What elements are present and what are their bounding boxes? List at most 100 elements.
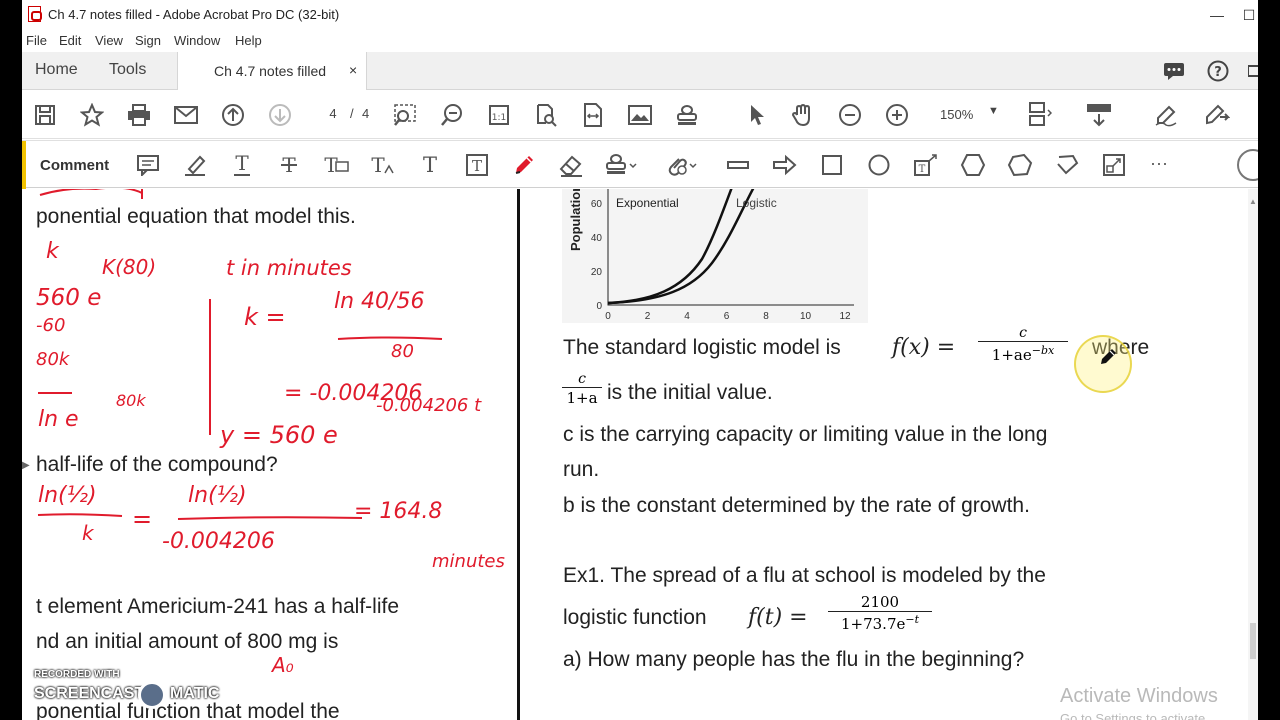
menu-sign[interactable]: Sign: [135, 33, 161, 48]
page-down-icon[interactable]: [267, 102, 293, 128]
rectangle-shape-icon[interactable]: [818, 152, 846, 178]
hand-tool-icon[interactable]: [790, 102, 816, 128]
flu-numerator: 2100: [860, 593, 900, 611]
send-sign-icon[interactable]: [1204, 102, 1230, 128]
text-box-icon[interactable]: T: [463, 152, 491, 178]
bookmark-star-icon[interactable]: [79, 102, 105, 128]
close-comment-button[interactable]: [1237, 149, 1258, 181]
screencast-text: SCREENCAST: [34, 685, 145, 702]
scroll-up-arrow-icon[interactable]: ▲: [1249, 197, 1257, 206]
fit-page-icon[interactable]: [533, 102, 559, 128]
save-icon[interactable]: [32, 102, 58, 128]
left-panel-toggle-icon[interactable]: ▶: [22, 460, 30, 471]
growth-rate-text: b is the constant determined by the rate…: [563, 494, 1030, 517]
page-number-field[interactable]: 4 / 4: [322, 104, 378, 126]
draw-pencil-icon[interactable]: [510, 152, 538, 178]
text-callout-icon[interactable]: T: [912, 152, 940, 178]
fill-sign-icon[interactable]: [1154, 102, 1180, 128]
zoom-out-icon[interactable]: [837, 102, 863, 128]
svg-text:T: T: [423, 153, 437, 177]
arrow-shape-icon[interactable]: [771, 152, 799, 178]
select-cursor-icon[interactable]: [744, 102, 770, 128]
comment-toolbar-accent: [22, 141, 26, 189]
main-toolbar: 4 / 4 1:1 150% ▼: [22, 91, 1258, 139]
x-tick-label: 2: [645, 311, 651, 322]
scroll-mode-icon[interactable]: [1086, 102, 1112, 128]
tab-tools[interactable]: Tools: [109, 61, 146, 79]
ink-vertical-line: [209, 299, 211, 435]
y-ticks: 0 20 40 60: [591, 199, 603, 312]
tab-document[interactable]: Ch 4.7 notes filled ×: [177, 52, 367, 90]
menu-window[interactable]: Window: [174, 33, 220, 48]
menu-help[interactable]: Help: [235, 33, 262, 48]
select-zoom-icon[interactable]: [392, 102, 418, 128]
question-a: a) How many people has the flu in the be…: [563, 648, 1025, 671]
fx-equals: f(x) =: [892, 335, 956, 360]
image-icon[interactable]: [627, 102, 653, 128]
ink-k-80: K(80): [102, 255, 157, 279]
underline-text-icon[interactable]: T: [228, 152, 256, 178]
ink-t-in-minutes: t in minutes: [226, 256, 352, 280]
attach-file-icon[interactable]: [664, 152, 700, 178]
strikethrough-icon[interactable]: T: [275, 152, 303, 178]
cloud-shape-icon[interactable]: [1006, 152, 1034, 178]
tab-home[interactable]: Home: [35, 61, 78, 79]
left-text-line-3: t element Americium-241 has a half-life: [36, 595, 399, 618]
connected-lines-icon[interactable]: [1100, 152, 1128, 178]
eraser-icon[interactable]: [557, 152, 585, 178]
add-text-icon[interactable]: T: [416, 152, 444, 178]
print-icon[interactable]: [126, 102, 152, 128]
x-tick-label: 0: [605, 311, 611, 322]
polygon-shape-icon[interactable]: [959, 152, 987, 178]
stamp-tool-icon[interactable]: [604, 152, 640, 178]
close-tab-icon[interactable]: ×: [349, 62, 357, 78]
y-tick-label: 40: [591, 233, 603, 244]
oval-shape-icon[interactable]: [865, 152, 893, 178]
svg-text:T: T: [472, 157, 482, 175]
replace-text-icon[interactable]: T: [322, 152, 350, 178]
page-display-icon[interactable]: [1026, 102, 1052, 128]
left-text-line-1: ponential equation that model this.: [36, 205, 356, 228]
tab-bar: Home Tools Ch 4.7 notes filled × ?: [22, 52, 1258, 90]
page-up-icon[interactable]: [220, 102, 246, 128]
legend-exponential: Exponential: [616, 196, 679, 210]
ink-equals-1: =: [132, 505, 153, 533]
minimize-button[interactable]: —: [1202, 4, 1232, 26]
more-tools-icon[interactable]: ···: [1150, 153, 1168, 174]
current-page-input[interactable]: 4: [322, 106, 344, 121]
pen-cursor-icon: [1101, 349, 1116, 364]
activate-windows-subtitle: Go to Settings to activate Windows.: [1060, 711, 1206, 720]
insert-text-icon[interactable]: T: [369, 152, 397, 178]
logistic-chart: Population 0 20 40 60 0 2 4 6 8 10 12 Exponential…: [562, 189, 868, 323]
fit-width-icon[interactable]: [580, 102, 606, 128]
zoom-find-icon[interactable]: [439, 102, 465, 128]
ink-cutoff-top: [39, 189, 143, 199]
highlight-icon[interactable]: [181, 152, 209, 178]
ink-A0: A₀: [272, 653, 294, 677]
line-shape-icon[interactable]: [724, 152, 752, 178]
zoom-in-icon[interactable]: [884, 102, 910, 128]
sticky-note-icon[interactable]: [134, 152, 162, 178]
maximize-button[interactable]: ☐: [1234, 4, 1258, 26]
logistic-model-text: The standard logistic model is: [563, 336, 841, 359]
polygon-line-icon[interactable]: [1053, 152, 1081, 178]
scrollbar-thumb[interactable]: [1250, 623, 1256, 659]
document-view[interactable]: ponential equation that model this. k K(…: [22, 189, 1258, 720]
stamp-icon[interactable]: [674, 102, 700, 128]
x-tick-label: 4: [684, 311, 690, 322]
mail-icon[interactable]: [1248, 60, 1258, 82]
menu-edit[interactable]: Edit: [59, 33, 81, 48]
matic-text: MATIC: [170, 685, 220, 702]
help-icon[interactable]: ?: [1206, 60, 1230, 82]
email-icon[interactable]: [173, 102, 199, 128]
chat-icon[interactable]: [1162, 60, 1186, 82]
menu-view[interactable]: View: [95, 33, 123, 48]
ink-y-equals: y = 560 e: [220, 421, 338, 449]
menu-file[interactable]: File: [26, 33, 47, 48]
zoom-level-select[interactable]: 150% ▼: [934, 104, 1006, 126]
vertical-scrollbar[interactable]: ▲: [1248, 189, 1258, 720]
menu-bar: File Edit View Sign Window Help: [22, 31, 1258, 51]
actual-size-icon[interactable]: 1:1: [486, 102, 512, 128]
carrying-capacity-text: c is the carrying capacity or limiting v…: [563, 423, 1048, 446]
left-text-line-2: half-life of the compound?: [36, 453, 278, 476]
